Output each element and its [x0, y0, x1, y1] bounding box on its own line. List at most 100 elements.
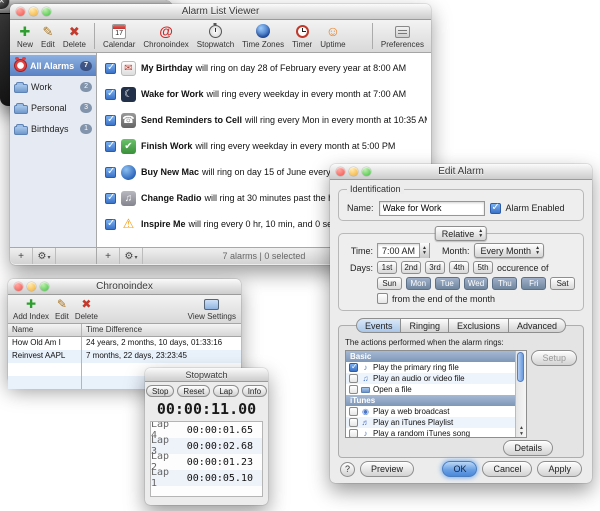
help-button[interactable]: ?	[340, 462, 355, 477]
toolbar-calendar-button[interactable]: 17 Calendar	[100, 23, 138, 49]
ordinal-4th-button[interactable]: 4th	[449, 261, 469, 274]
toolbar-edit-button[interactable]: ✎ Edit	[38, 23, 58, 49]
tab-ringing[interactable]: Ringing	[401, 318, 449, 333]
zoom-button[interactable]	[40, 282, 49, 291]
toolbar-preferences-button[interactable]: Preferences	[378, 23, 427, 49]
cancel-button[interactable]: Cancel	[482, 461, 532, 477]
tab-events[interactable]: Events	[356, 318, 402, 333]
edit-alarm-titlebar[interactable]: Edit Alarm	[330, 164, 592, 180]
apply-button[interactable]: Apply	[537, 461, 582, 477]
minimize-button[interactable]	[27, 282, 36, 291]
weekday-wed-button[interactable]: Wed	[464, 277, 489, 290]
zoom-button[interactable]	[362, 167, 371, 176]
scrollbar-arrows[interactable]	[516, 425, 526, 437]
action-checkbox[interactable]	[349, 374, 358, 383]
toolbar-chronoindex-button[interactable]: @ Chronoindex	[140, 23, 191, 49]
weekday-thu-button[interactable]: Thu	[492, 277, 517, 290]
alarm-enabled-checkbox[interactable]	[105, 63, 116, 74]
alarm-row[interactable]: ☎ Send Reminders to Cellwill ring every …	[97, 107, 431, 133]
add-index-button[interactable]: ✚ Add Index	[13, 297, 49, 321]
delete-index-button[interactable]: ✖ Delete	[75, 297, 98, 321]
sidebar-item-work[interactable]: Work 2	[10, 76, 96, 97]
sidebar-item-personal[interactable]: Personal 3	[10, 97, 96, 118]
alarm-enabled-checkbox[interactable]	[105, 141, 116, 152]
lap-button[interactable]: Lap	[213, 385, 238, 397]
list-item[interactable]: ♫ Play an audio or video file	[346, 373, 515, 384]
chronoindex-titlebar[interactable]: Chronoindex	[8, 279, 241, 295]
alarm-enabled-checkbox[interactable]	[490, 203, 501, 214]
alarm-enabled-checkbox[interactable]	[105, 167, 116, 178]
alarm-enabled-checkbox[interactable]	[105, 115, 116, 126]
stop-button[interactable]: Stop	[146, 385, 174, 397]
music-icon: ♫	[121, 191, 136, 206]
end-of-month-checkbox[interactable]	[377, 293, 388, 304]
weekday-sat-button[interactable]: Sat	[550, 277, 575, 290]
scrollbar-thumb[interactable]	[517, 352, 524, 382]
close-button[interactable]	[14, 282, 23, 291]
column-header-name[interactable]: Name	[8, 324, 82, 336]
sidebar-item-birthdays[interactable]: Birthdays 1	[10, 118, 96, 139]
table-row[interactable]: How Old Am I 24 years, 2 months, 10 days…	[8, 337, 241, 350]
alarm-viewer-titlebar[interactable]: Alarm List Viewer	[10, 4, 431, 20]
toolbar-uptime-button[interactable]: ☺ Uptime	[317, 23, 348, 49]
minimize-button[interactable]	[349, 167, 358, 176]
details-button[interactable]: Details	[503, 440, 553, 456]
stopwatch-titlebar[interactable]: Stopwatch	[145, 368, 268, 382]
toolbar-timer-button[interactable]: Timer	[289, 23, 315, 49]
table-row[interactable]: Reinvest AAPL 7 months, 22 days, 23:23:4…	[8, 350, 241, 363]
column-header-time-difference[interactable]: Time Difference	[82, 324, 241, 336]
close-button[interactable]	[16, 7, 25, 16]
toolbar-new-button[interactable]: ✚ New	[14, 23, 36, 49]
time-stepper[interactable]: 7:00 AM	[377, 243, 430, 258]
toolbar-timezones-button[interactable]: Time Zones	[239, 23, 287, 49]
preview-button[interactable]: Preview	[360, 461, 414, 477]
table-header[interactable]: Name Time Difference	[8, 324, 241, 337]
ordinal-2nd-button[interactable]: 2nd	[401, 261, 421, 274]
zoom-button[interactable]	[42, 7, 51, 16]
view-settings-button[interactable]: View Settings	[188, 297, 236, 321]
list-item[interactable]: Open a file	[346, 384, 515, 395]
alarm-enabled-checkbox[interactable]	[105, 219, 116, 230]
sidebar-item-all-alarms[interactable]: All Alarms 7	[10, 55, 96, 76]
alarm-row[interactable]: ☾ Wake for Workwill ring every weekday i…	[97, 81, 431, 107]
ordinal-3rd-button[interactable]: 3rd	[425, 261, 445, 274]
group-action-menu-button[interactable]: ⚙	[33, 248, 56, 264]
month-popup[interactable]: Every Month	[474, 243, 544, 258]
alarm-enabled-checkbox[interactable]	[105, 89, 116, 100]
action-checkbox[interactable]	[349, 385, 358, 394]
weekday-fri-button[interactable]: Fri	[521, 277, 546, 290]
weekday-sun-button[interactable]: Sun	[377, 277, 402, 290]
list-item[interactable]: ♬ Play an iTunes Playlist	[346, 417, 515, 428]
ordinal-5th-button[interactable]: 5th	[473, 261, 493, 274]
alarm-enabled-checkbox[interactable]	[105, 193, 116, 204]
weekday-tue-button[interactable]: Tue	[435, 277, 460, 290]
stepper-arrows-icon[interactable]	[419, 243, 429, 258]
minimize-button[interactable]	[29, 7, 38, 16]
lap-row[interactable]: Lap 1 00:00:05.10	[151, 470, 262, 486]
setup-button[interactable]: Setup	[531, 350, 577, 366]
weekday-mon-button[interactable]: Mon	[406, 277, 431, 290]
tab-exclusions[interactable]: Exclusions	[449, 318, 509, 333]
action-checkbox[interactable]	[349, 363, 358, 372]
alarm-row[interactable]: ✉ My Birthdaywill ring on day 28 of Febr…	[97, 55, 431, 81]
action-checkbox[interactable]	[349, 407, 358, 416]
action-checkbox[interactable]	[349, 418, 358, 427]
mode-popup[interactable]: Relative	[435, 226, 487, 241]
action-checkbox[interactable]	[349, 429, 358, 438]
toolbar-delete-button[interactable]: ✖ Delete	[60, 23, 89, 49]
toolbar-stopwatch-button[interactable]: Stopwatch	[194, 23, 237, 49]
close-button[interactable]	[336, 167, 345, 176]
list-item[interactable]: ◉ Play a web broadcast	[346, 406, 515, 417]
tab-advanced[interactable]: Advanced	[509, 318, 566, 333]
edit-index-button[interactable]: ✎ Edit	[55, 297, 69, 321]
reset-button[interactable]: Reset	[177, 385, 210, 397]
ok-button[interactable]: OK	[442, 461, 477, 477]
alarm-name-field[interactable]	[379, 201, 485, 216]
list-item[interactable]: ♪ Play a random iTunes song	[346, 428, 515, 438]
add-group-button[interactable]: +	[10, 248, 33, 264]
list-item[interactable]: ♪ Play the primary ring file	[346, 362, 515, 373]
scrollbar[interactable]	[515, 351, 526, 437]
ordinal-1st-button[interactable]: 1st	[377, 261, 397, 274]
info-button[interactable]: Info	[242, 385, 267, 397]
alarm-row[interactable]: ✔ Finish Workwill ring every weekday in …	[97, 133, 431, 159]
